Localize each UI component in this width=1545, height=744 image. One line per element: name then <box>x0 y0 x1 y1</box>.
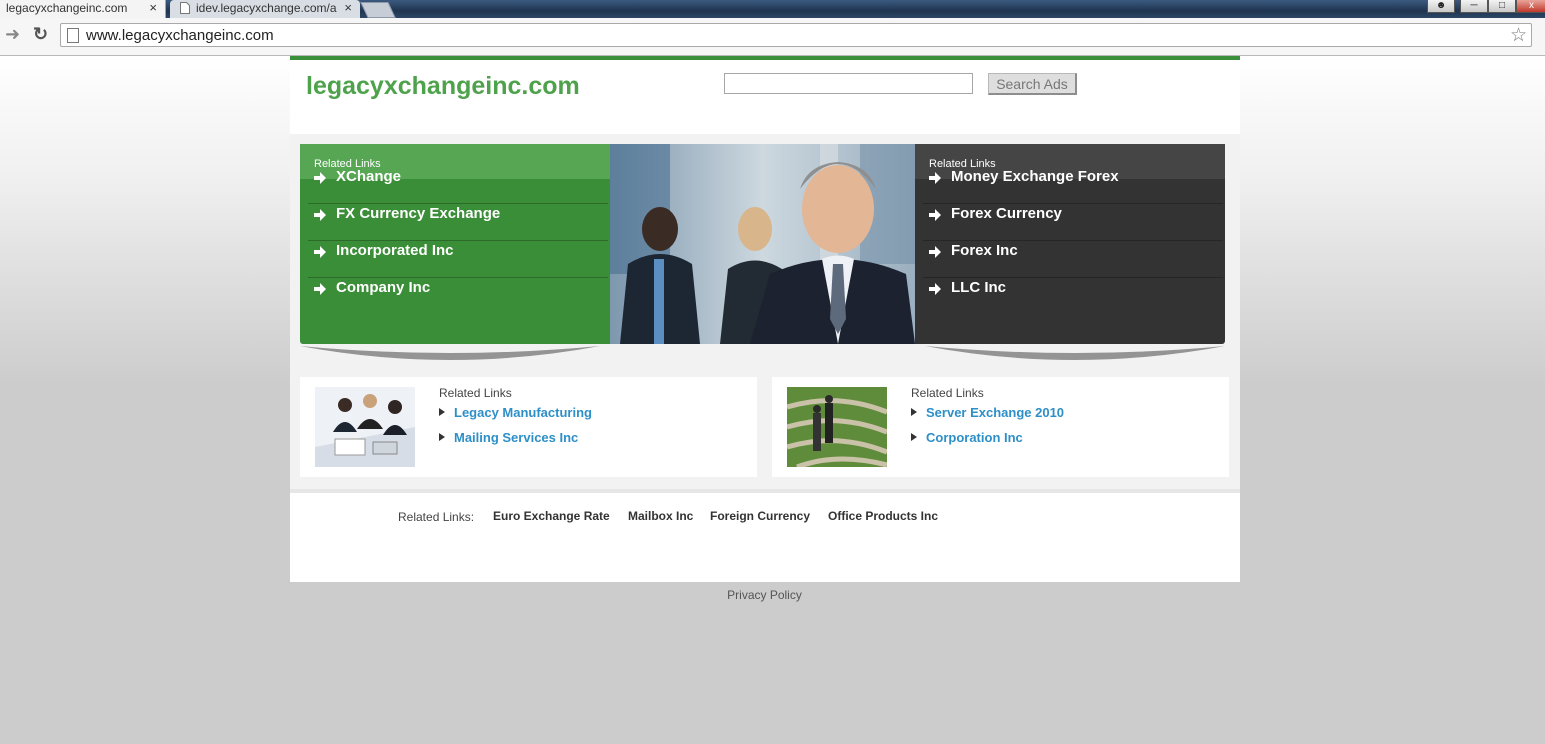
url-text[interactable]: www.legacyxchangeinc.com <box>86 27 274 44</box>
page-icon <box>67 28 79 43</box>
box-link[interactable]: Mailing Services Inc <box>454 430 578 445</box>
related-links-panel-right: Related Links Money Exchange Forex Forex… <box>915 144 1225 344</box>
tab-title: idev.legacyxchange.com/a <box>196 1 337 15</box>
footer-related-links: Related Links: Euro Exchange Rate Mailbo… <box>290 489 1240 582</box>
hero-shadow-left <box>300 346 600 360</box>
bullet-arrow-icon <box>911 433 917 441</box>
list-item[interactable]: Corporation Inc <box>911 430 1023 445</box>
list-item[interactable]: XChange <box>308 167 608 204</box>
arrow-right-icon <box>929 209 941 221</box>
site-header: legacyxchangeinc.com Search Ads <box>290 60 1240 134</box>
arrow-right-icon <box>314 283 326 295</box>
tab-strip: legacyxchangeinc.com × idev.legacyxchang… <box>0 0 1545 18</box>
search-input[interactable] <box>724 73 973 94</box>
footer-label: Related Links: <box>398 510 475 524</box>
hero-shadow-right <box>925 346 1225 360</box>
box-heading: Related Links <box>911 386 984 400</box>
arrow-right-icon <box>314 209 326 221</box>
list-item[interactable]: Incorporated Inc <box>308 241 608 278</box>
box-link[interactable]: Corporation Inc <box>926 430 1023 445</box>
list-item[interactable]: Forex Inc <box>923 241 1223 278</box>
footer-link[interactable]: Euro Exchange Rate <box>493 509 610 523</box>
bullet-arrow-icon <box>439 408 445 416</box>
list-item[interactable]: FX Currency Exchange <box>308 204 608 241</box>
list-item[interactable]: Forex Currency <box>923 204 1223 241</box>
privacy-policy-row: Privacy Policy <box>0 588 1545 602</box>
hero-link[interactable]: Forex Inc <box>951 242 1018 259</box>
reload-icon[interactable]: ↻ <box>33 24 48 45</box>
tab-close-icon[interactable]: × <box>344 0 352 16</box>
address-bar[interactable]: www.legacyxchangeinc.com ☆ <box>60 23 1532 47</box>
forward-arrow-icon[interactable]: ➜ <box>5 24 20 45</box>
list-item[interactable]: Server Exchange 2010 <box>911 405 1064 420</box>
related-links-box: Related Links Legacy Manufacturing Maili… <box>300 377 757 477</box>
tab-legacyxchangeinc[interactable]: legacyxchangeinc.com × <box>0 0 166 18</box>
arrow-right-icon <box>929 172 941 184</box>
hero-businessman-image <box>610 144 915 344</box>
minimize-icon[interactable]: ─ <box>1460 0 1488 13</box>
list-item[interactable]: Company Inc <box>308 278 608 314</box>
site-title[interactable]: legacyxchangeinc.com <box>306 72 580 101</box>
box-link[interactable]: Server Exchange 2010 <box>926 405 1064 420</box>
arrow-right-icon <box>929 283 941 295</box>
business-meeting-image <box>315 387 415 467</box>
hero-link[interactable]: LLC Inc <box>951 279 1006 296</box>
page-icon <box>180 2 190 14</box>
related-links-panel-left: Related Links XChange FX Currency Exchan… <box>300 144 610 344</box>
bookmark-star-icon[interactable]: ☆ <box>1510 24 1527 47</box>
hero-link[interactable]: Company Inc <box>336 279 430 296</box>
tab-title: legacyxchangeinc.com <box>6 1 128 15</box>
hero-link[interactable]: XChange <box>336 168 401 185</box>
hero-link[interactable]: Forex Currency <box>951 205 1062 222</box>
privacy-policy-link[interactable]: Privacy Policy <box>727 588 802 602</box>
maximize-icon[interactable]: □ <box>1488 0 1516 13</box>
arrow-right-icon <box>314 246 326 258</box>
footer-link[interactable]: Office Products Inc <box>828 509 938 523</box>
page-container: legacyxchangeinc.com Search Ads Related … <box>290 56 1240 582</box>
footer-link[interactable]: Mailbox Inc <box>628 509 693 523</box>
maze-businessmen-image <box>787 387 887 467</box>
hero-link[interactable]: Incorporated Inc <box>336 242 454 259</box>
tab-idev-legacyxchange[interactable]: idev.legacyxchange.com/a × <box>170 0 360 18</box>
user-icon[interactable]: ☻ <box>1427 0 1455 13</box>
page-viewport: legacyxchangeinc.com Search Ads Related … <box>0 56 1545 744</box>
bullet-arrow-icon <box>439 433 445 441</box>
list-item[interactable]: Mailing Services Inc <box>439 430 578 445</box>
tab-close-icon[interactable]: × <box>149 0 157 16</box>
arrow-right-icon <box>929 246 941 258</box>
hero-link[interactable]: FX Currency Exchange <box>336 205 500 222</box>
list-item[interactable]: Money Exchange Forex <box>923 167 1223 204</box>
search-ads-button[interactable]: Search Ads <box>988 73 1077 95</box>
box-link[interactable]: Legacy Manufacturing <box>454 405 592 420</box>
footer-link[interactable]: Foreign Currency <box>710 509 810 523</box>
hero-link[interactable]: Money Exchange Forex <box>951 168 1119 185</box>
box-heading: Related Links <box>439 386 512 400</box>
list-item[interactable]: Legacy Manufacturing <box>439 405 592 420</box>
close-window-icon[interactable]: x <box>1516 0 1545 13</box>
browser-toolbar: ➜ ↻ www.legacyxchangeinc.com ☆ <box>0 18 1545 56</box>
bullet-arrow-icon <box>911 408 917 416</box>
related-links-box: Related Links Server Exchange 2010 Corpo… <box>772 377 1229 477</box>
list-item[interactable]: LLC Inc <box>923 278 1223 314</box>
arrow-right-icon <box>314 172 326 184</box>
new-tab-button[interactable] <box>360 2 396 18</box>
